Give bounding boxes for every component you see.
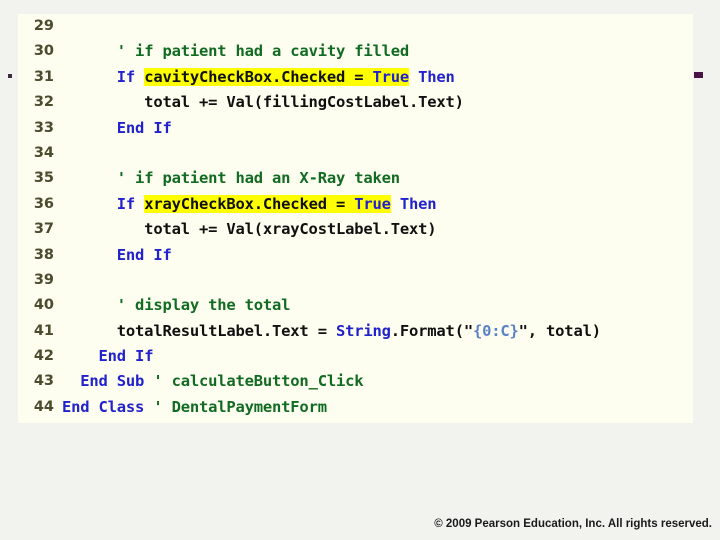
- code-line-content: If xrayCheckBox.Checked = True Then: [116, 194, 437, 213]
- left-edge-mark: [8, 74, 12, 78]
- slide-canvas: 29 30 ' if patient had a cavity filled 3…: [0, 0, 720, 540]
- code-line-content: totalResultLabel.Text = String.Format("{…: [62, 321, 601, 340]
- code-line-content: End If: [116, 245, 172, 264]
- line-number: 35: [33, 170, 54, 187]
- code-line: 30 ' if patient had a cavity filled: [18, 39, 693, 64]
- line-number: 29: [33, 18, 54, 34]
- code-line: 37 total += Val(xrayCostLabel.Text): [18, 217, 693, 242]
- code-line-content: ' if patient had an X-Ray taken: [116, 169, 400, 188]
- line-number: 37: [33, 221, 54, 238]
- code-line: 39: [18, 268, 693, 293]
- code-line: 38 End If: [18, 243, 693, 268]
- code-line: 31 If cavityCheckBox.Checked = True Then: [18, 65, 693, 90]
- code-line: 40 ' display the total: [18, 293, 693, 318]
- line-number: 32: [33, 94, 54, 111]
- line-number: 39: [33, 271, 54, 288]
- right-edge-mark: [694, 72, 703, 78]
- code-line: 32 total += Val(fillingCostLabel.Text): [18, 90, 693, 115]
- code-line: 42 End If: [18, 344, 693, 369]
- code-line: 34: [18, 141, 693, 166]
- code-line-content: End Class ' DentalPaymentForm: [62, 397, 327, 416]
- line-number: 40: [33, 297, 54, 314]
- code-listing-panel: 29 30 ' if patient had a cavity filled 3…: [18, 14, 693, 423]
- line-number: 41: [33, 322, 54, 339]
- line-number: 43: [33, 373, 54, 390]
- code-line: 35 ' if patient had an X-Ray taken: [18, 166, 693, 191]
- code-line-content: ' display the total: [116, 296, 291, 315]
- code-line-content: End If: [116, 118, 172, 137]
- code-line-content: If cavityCheckBox.Checked = True Then: [116, 67, 455, 86]
- line-number: 31: [33, 68, 54, 85]
- line-number: 34: [33, 144, 54, 161]
- line-number: 36: [33, 195, 54, 212]
- line-number: 44: [33, 398, 54, 415]
- code-line-content: End If: [98, 347, 154, 366]
- code-line: 44 End Class ' DentalPaymentForm: [18, 395, 693, 420]
- code-line-content: total += Val(fillingCostLabel.Text): [62, 93, 464, 112]
- code-line-content: End Sub ' calculateButton_Click: [80, 372, 364, 391]
- code-line: 29: [18, 14, 693, 39]
- line-number: 30: [33, 43, 54, 60]
- code-line-content: ' if patient had a cavity filled: [116, 42, 410, 61]
- line-number: 38: [33, 246, 54, 263]
- code-line: 36 If xrayCheckBox.Checked = True Then: [18, 192, 693, 217]
- code-line: 33 End If: [18, 116, 693, 141]
- line-number: 33: [33, 119, 54, 136]
- copyright-footer: © 2009 Pearson Education, Inc. All right…: [434, 518, 712, 530]
- code-line: 43 End Sub ' calculateButton_Click: [18, 369, 693, 394]
- code-line: 41 totalResultLabel.Text = String.Format…: [18, 319, 693, 344]
- line-number: 42: [33, 348, 54, 365]
- code-line-content: total += Val(xrayCostLabel.Text): [62, 220, 437, 239]
